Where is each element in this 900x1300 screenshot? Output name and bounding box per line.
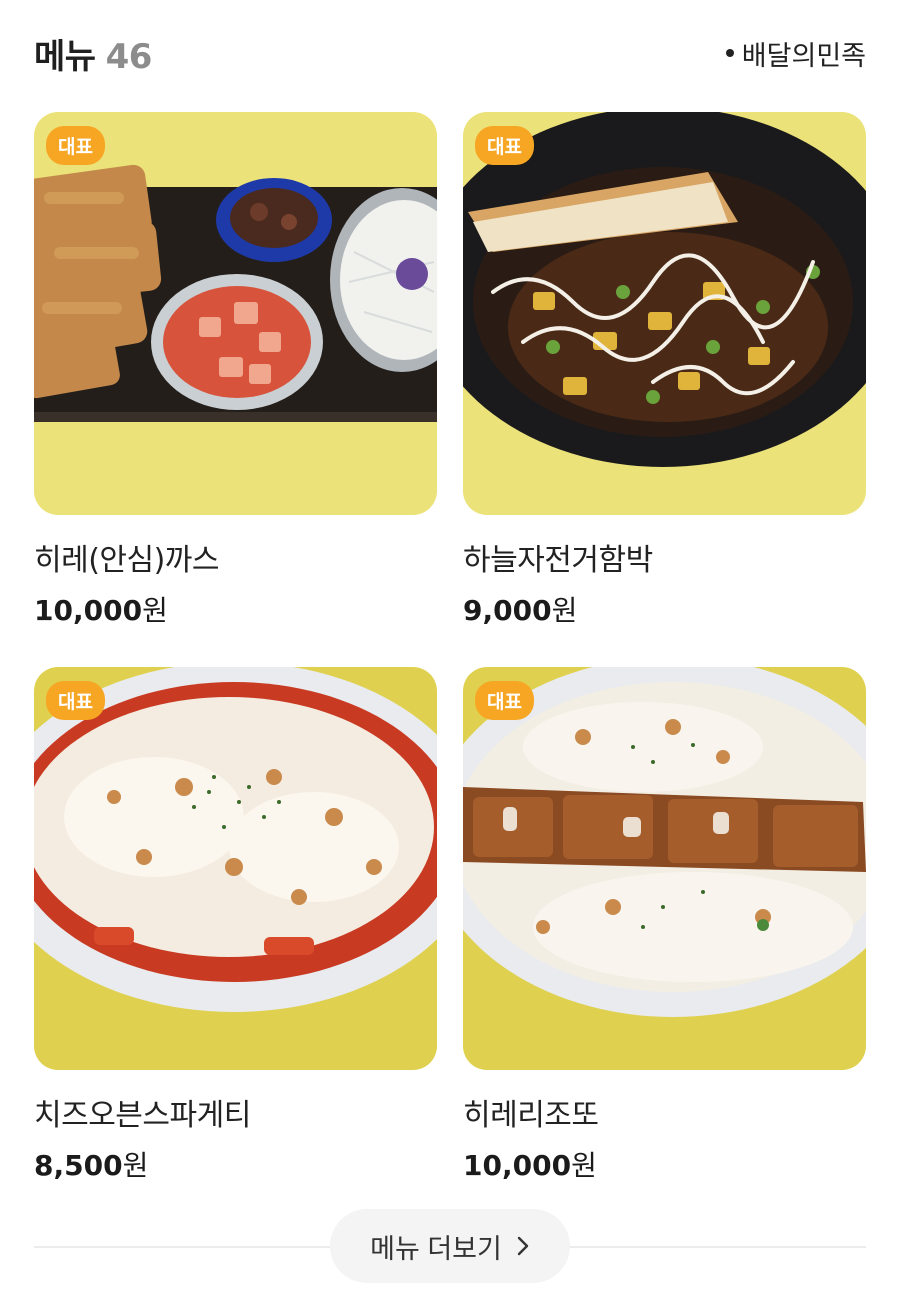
source-link[interactable]: 배달의민족 bbox=[725, 34, 866, 73]
signature-badge: 대표 bbox=[475, 126, 534, 165]
signature-badge: 대표 bbox=[46, 681, 105, 720]
price-value: 10,000 bbox=[463, 1149, 572, 1182]
menu-price: 10,000원 bbox=[463, 1144, 866, 1184]
menu-price: 10,000원 bbox=[34, 589, 437, 629]
menu-card[interactable]: 대표 하늘자전거함박 9,000원 bbox=[463, 112, 866, 629]
chevron-right-icon bbox=[517, 1236, 529, 1256]
menu-photo[interactable]: 대표 bbox=[34, 112, 437, 515]
menu-title: 메뉴 bbox=[34, 36, 96, 77]
price-unit: 원 bbox=[571, 1149, 597, 1182]
menu-card[interactable]: 대표 히레(안심)까스 10,000원 bbox=[34, 112, 437, 629]
menu-price: 8,500원 bbox=[34, 1144, 437, 1184]
menu-photo[interactable]: 대표 bbox=[463, 112, 866, 515]
menu-name: 히레(안심)까스 bbox=[34, 543, 220, 578]
cheese-spaghetti-photo bbox=[34, 667, 437, 1070]
menu-photo[interactable]: 대표 bbox=[34, 667, 437, 1070]
cutlet-risotto-photo bbox=[463, 667, 866, 1070]
bullet-icon bbox=[725, 49, 734, 57]
source-label: 배달의민족 bbox=[741, 40, 866, 72]
price-value: 9,000 bbox=[463, 594, 552, 627]
menu-name: 히레리조또 bbox=[463, 1098, 599, 1133]
page-title: 메뉴 46 bbox=[34, 29, 152, 78]
price-unit: 원 bbox=[122, 1149, 149, 1182]
menu-name: 하늘자전거함박 bbox=[463, 543, 653, 578]
menu-photo[interactable]: 대표 bbox=[463, 667, 866, 1070]
price-value: 10,000 bbox=[34, 594, 143, 627]
signature-badge: 대표 bbox=[475, 681, 534, 720]
more-menu-button[interactable]: 메뉴 더보기 bbox=[330, 1209, 570, 1283]
menu-price: 9,000원 bbox=[463, 589, 866, 629]
tonkatsu-photo bbox=[34, 112, 437, 515]
signature-badge: 대표 bbox=[46, 126, 105, 165]
menu-grid: 대표 히레(안심)까스 10,000원 대표 하늘자전거함박 9,000원 대표… bbox=[34, 112, 866, 1184]
more-section: 메뉴 더보기 bbox=[34, 1208, 866, 1284]
menu-count: 46 bbox=[105, 36, 153, 77]
menu-card[interactable]: 대표 히레리조또 10,000원 bbox=[463, 667, 866, 1184]
price-value: 8,500 bbox=[34, 1149, 123, 1182]
more-menu-label: 메뉴 더보기 bbox=[370, 1233, 502, 1264]
price-unit: 원 bbox=[551, 594, 578, 627]
menu-name: 치즈오븐스파게티 bbox=[34, 1098, 251, 1133]
menu-card[interactable]: 대표 치즈오븐스파게티 8,500원 bbox=[34, 667, 437, 1184]
price-unit: 원 bbox=[142, 594, 168, 627]
menu-header: 메뉴 46 배달의민족 bbox=[34, 26, 866, 80]
hamburg-steak-photo bbox=[463, 112, 866, 515]
